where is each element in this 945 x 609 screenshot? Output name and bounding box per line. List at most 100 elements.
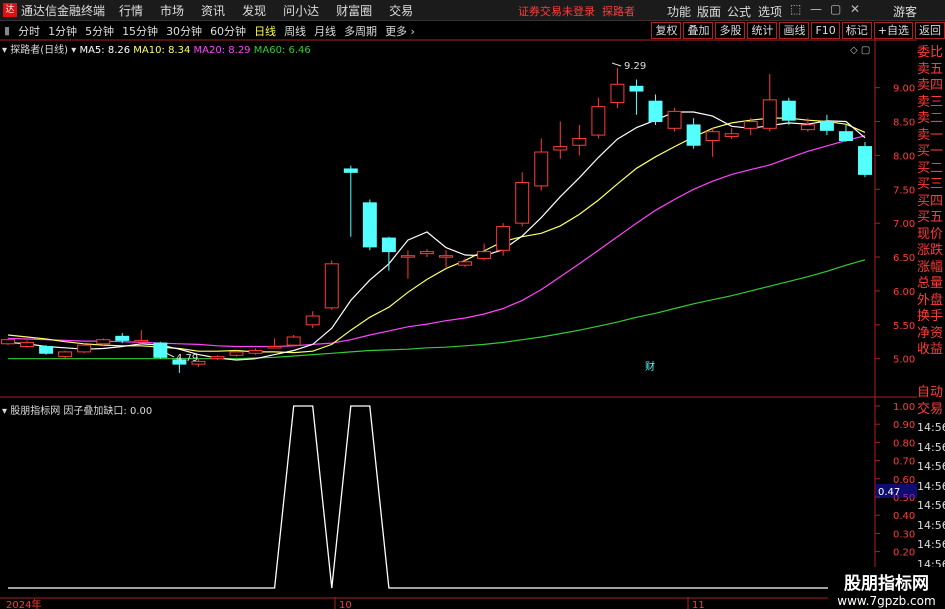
- candle-body-down: [115, 335, 130, 341]
- ma10-value: 8.34: [168, 45, 191, 56]
- quote-panel: 委比 卖五 卖四 卖三 卖二 卖一 买一 买二 买三 买四 买五 现价 涨跌 涨幅 总量 外盘 换手 净资 收益: [917, 45, 945, 359]
- candle-body-up: [1, 339, 15, 345]
- indicator-chart[interactable]: 1.000.900.800.700.600.500.400.300.200.10…: [0, 398, 917, 597]
- quote-field-14: 总量: [917, 276, 944, 291]
- candle: [267, 338, 282, 349]
- button-adjust[interactable]: 复权: [651, 22, 682, 39]
- candle-body-down: [381, 237, 396, 253]
- candle: [1, 338, 15, 346]
- sub-tick-label: 0.30: [893, 529, 915, 540]
- candle-body-down: [819, 121, 834, 131]
- chart-toolbar: 复权 叠加 多股 统计 画线 F10 标记 +自选 返回: [649, 22, 945, 39]
- guest-user[interactable]: 游客: [893, 3, 917, 20]
- button-statistics[interactable]: 统计: [747, 22, 778, 39]
- quote-field-15: 外盘: [917, 292, 944, 308]
- ma60-value: 6.46: [288, 45, 311, 56]
- quote-lower-field-3: 14:56: [917, 440, 945, 454]
- candle-body-up: [96, 339, 111, 345]
- ma60-name: MA60: [253, 45, 282, 56]
- menu-wealth[interactable]: 财富圈: [336, 2, 372, 19]
- candle-body-up: [324, 263, 339, 309]
- period-30min[interactable]: 30分钟: [166, 23, 202, 39]
- sub-tick-label: 0.80: [893, 438, 915, 449]
- button-add-watchlist[interactable]: +自选: [873, 22, 913, 39]
- skin-icon[interactable]: ⬚: [790, 2, 801, 16]
- menu-formula[interactable]: 公式: [727, 3, 751, 20]
- price-chart[interactable]: 9.00 8.50 8.00 7.50 7.00 6.50 6.00 5.50 5.00 9.2…: [0, 39, 917, 398]
- menu-discover[interactable]: 发现: [242, 2, 266, 19]
- period-weekly[interactable]: 周线: [284, 23, 306, 39]
- period-60min[interactable]: 60分钟: [210, 23, 246, 39]
- candle: [58, 350, 73, 358]
- period-5min[interactable]: 5分钟: [85, 23, 114, 39]
- login-status[interactable]: 证券交易未登录 探路者: [518, 3, 635, 19]
- price-tick-label: 8.50: [893, 118, 915, 129]
- candle-body-down: [153, 342, 168, 358]
- maximize-icon[interactable]: ▢: [830, 2, 841, 16]
- quote-field-13: 涨幅: [917, 259, 944, 275]
- candle: [515, 172, 530, 227]
- menu-ask[interactable]: 问小达: [283, 2, 319, 19]
- candle-body-down: [686, 124, 701, 146]
- indicator-collapse-icon[interactable]: ▾: [2, 406, 7, 417]
- watermark-title: 股朋指标网: [844, 574, 929, 594]
- candle-body-up: [705, 131, 720, 142]
- app-title: 通达信金融终端: [21, 3, 106, 18]
- legend-collapse-icon[interactable]: ▾: [2, 45, 7, 56]
- candle-body-down: [362, 202, 377, 248]
- button-back[interactable]: 返回: [915, 22, 945, 39]
- candle-body-up: [58, 351, 73, 358]
- candle-body-up: [515, 182, 530, 224]
- period-timeshare[interactable]: 分时: [18, 23, 40, 39]
- ma20-value: 8.29: [228, 45, 251, 56]
- minimize-icon[interactable]: —: [810, 2, 822, 16]
- candle: [610, 68, 625, 108]
- menu-options[interactable]: 选项: [758, 3, 782, 20]
- period-15min[interactable]: 15分钟: [122, 23, 158, 39]
- quote-field-10: 买五: [917, 210, 944, 225]
- menu-market[interactable]: 市场: [160, 2, 184, 19]
- candle: [20, 340, 35, 348]
- menu-news[interactable]: 资讯: [201, 2, 225, 19]
- indicator-legend: ▾ 股朋指标网 因子叠加缺口: 0.00: [2, 406, 153, 417]
- price-tick-label: 5.00: [893, 355, 915, 366]
- menu-layout[interactable]: 版面: [697, 3, 721, 20]
- sub-tick-label: 1.00: [893, 402, 915, 413]
- quote-field-12: 涨跌: [917, 243, 944, 258]
- quote-lower-field-0: 自动: [917, 385, 944, 400]
- quote-field-4: 卖二: [917, 111, 944, 126]
- expand-icon[interactable]: ◇ ▢: [850, 45, 870, 56]
- candle-body-up: [210, 356, 225, 360]
- financial-event-marker[interactable]: 财: [645, 360, 655, 373]
- button-f10[interactable]: F10: [811, 22, 840, 39]
- indicator-value: 0.00: [129, 406, 153, 417]
- button-overlay[interactable]: 叠加: [683, 22, 714, 39]
- candle: [553, 121, 568, 159]
- indicator-line: [8, 405, 865, 589]
- candle: [134, 330, 149, 344]
- candle-body-up: [591, 106, 606, 136]
- button-mark[interactable]: 标记: [841, 22, 872, 39]
- period-menu-icon[interactable]: ▮: [4, 24, 10, 37]
- indicator-name: 股朋指标网: [10, 406, 61, 417]
- candle: [286, 334, 301, 347]
- candle-body-up: [762, 99, 777, 129]
- menu-function[interactable]: 功能: [667, 3, 691, 20]
- button-multi-stock[interactable]: 多股: [715, 22, 746, 39]
- period-more[interactable]: 更多 ›: [385, 23, 415, 39]
- button-draw[interactable]: 画线: [779, 22, 810, 39]
- close-icon[interactable]: ✕: [850, 2, 860, 16]
- legend-ma20: MA20: 8.29: [193, 45, 251, 56]
- menu-trade[interactable]: 交易: [389, 2, 413, 19]
- period-multi[interactable]: 多周期: [344, 23, 377, 39]
- watermark: 股朋指标网 www.7gpzb.com: [828, 567, 945, 609]
- sub-tick-label: 0.40: [893, 511, 915, 522]
- period-1min[interactable]: 1分钟: [48, 23, 77, 39]
- candle-body-up: [20, 341, 35, 347]
- quote-lower-field-2: 14:56: [917, 421, 945, 434]
- date-axis: 2024年 10 11: [0, 597, 830, 609]
- period-monthly[interactable]: 月线: [314, 23, 336, 39]
- menu-quotes[interactable]: 行情: [119, 2, 143, 19]
- candle: [762, 74, 777, 132]
- period-daily[interactable]: 日线: [254, 23, 276, 39]
